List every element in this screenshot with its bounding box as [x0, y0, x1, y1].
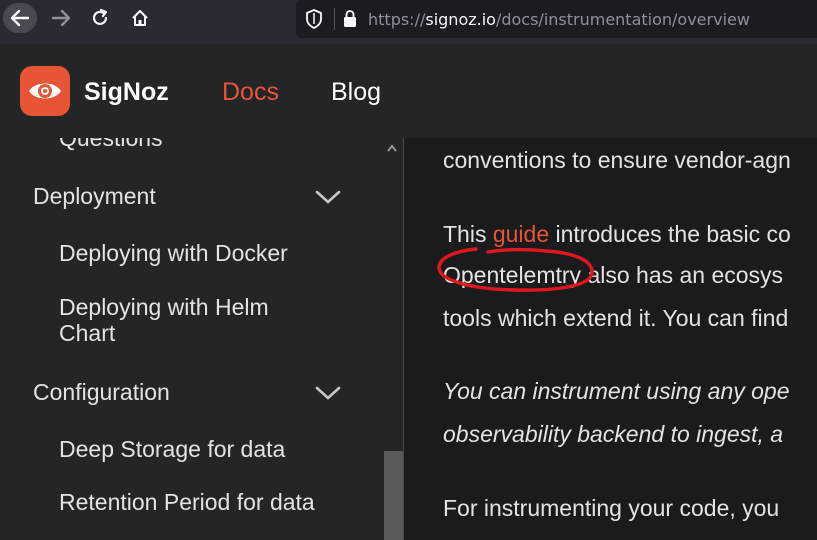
nav-link-blog[interactable]: Blog: [331, 78, 381, 107]
content-text: introduces the basic co: [549, 221, 791, 247]
content-text-line: This guide introduces the basic co: [443, 220, 791, 248]
url-scheme: https://: [368, 10, 426, 29]
eye-icon: [29, 83, 61, 99]
sidebar-item-deploying-helm[interactable]: Deploying with Helm: [59, 294, 269, 321]
content-text-line: tools which extend it. You can find: [443, 305, 789, 331]
sidebar-item-questions[interactable]: Questions: [59, 138, 163, 152]
back-button[interactable]: [3, 3, 37, 33]
brand-name[interactable]: SigNoz: [84, 78, 169, 107]
signoz-logo-icon[interactable]: [20, 66, 70, 116]
sidebar-item-deploying-docker[interactable]: Deploying with Docker: [59, 240, 288, 267]
sidebar-category-configuration[interactable]: Configuration: [33, 379, 170, 406]
browser-toolbar: https://signoz.io/docs/instrumentation/o…: [0, 0, 817, 44]
address-bar[interactable]: https://signoz.io/docs/instrumentation/o…: [296, 0, 817, 38]
nav-link-docs[interactable]: Docs: [222, 78, 279, 107]
docs-sidebar: Questions Deployment Deploying with Dock…: [0, 138, 403, 540]
scroll-up-icon[interactable]: [386, 143, 398, 153]
lock-icon[interactable]: [342, 9, 358, 29]
home-icon: [132, 10, 148, 26]
doc-content: conventions to ensure vendor-agn This gu…: [404, 138, 817, 540]
forward-button[interactable]: [44, 3, 78, 33]
sidebar-scrollbar-thumb[interactable]: [384, 451, 403, 540]
arrow-left-icon: [10, 9, 30, 27]
content-text-line: For instrumenting your code, you: [443, 495, 780, 521]
url-path: /docs/instrumentation/overview: [495, 10, 750, 29]
site-navbar: SigNoz Docs Blog: [0, 44, 817, 138]
url-domain: signoz.io: [425, 10, 496, 29]
content-text-line: conventions to ensure vendor-agn: [443, 147, 791, 173]
url-text[interactable]: https://signoz.io/docs/instrumentation/o…: [368, 10, 750, 29]
chevron-down-icon[interactable]: [315, 189, 341, 205]
sidebar-category-deployment[interactable]: Deployment: [33, 183, 156, 210]
sidebar-item-retention-period[interactable]: Retention Period for data: [59, 489, 315, 516]
content-text: This: [443, 221, 493, 247]
sidebar-item-deploying-helm-cont[interactable]: Chart: [59, 320, 115, 347]
home-button[interactable]: [123, 3, 157, 33]
sidebar-item-deep-storage[interactable]: Deep Storage for data: [59, 436, 285, 463]
content-text-line: observability backend to ingest, a: [443, 421, 784, 447]
content-text-line: Opentelemtry also has an ecosys: [443, 262, 784, 288]
guide-link[interactable]: guide: [493, 221, 549, 247]
url-divider: [334, 8, 335, 30]
arrow-right-icon: [51, 9, 71, 27]
reload-button[interactable]: [83, 3, 117, 33]
content-text-line: You can instrument using any ope: [443, 378, 790, 404]
chevron-down-icon[interactable]: [315, 385, 341, 401]
shield-icon[interactable]: [306, 9, 322, 29]
reload-icon: [92, 8, 108, 25]
